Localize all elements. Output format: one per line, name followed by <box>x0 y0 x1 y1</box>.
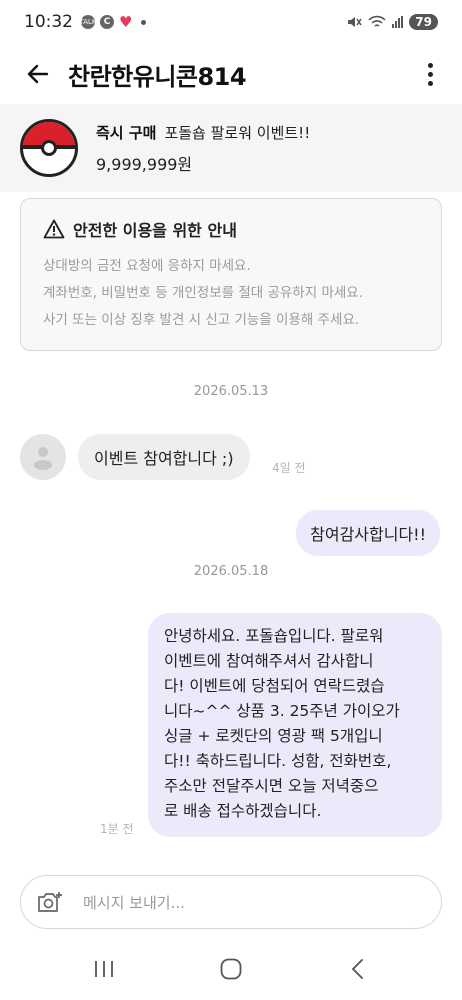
warning-icon <box>43 219 65 239</box>
product-name: 포돌숍 팔로워 이벤트!! <box>164 123 311 142</box>
nav-back-button[interactable] <box>333 949 383 989</box>
battery-icon: 79 <box>409 14 438 30</box>
avatar[interactable] <box>20 434 66 480</box>
message-line: 니다~^^ 상품 3. 25주년 가이오가 <box>164 702 400 720</box>
talk-icon: TALK <box>80 15 97 29</box>
dot-icon <box>141 19 147 25</box>
mute-icon <box>348 17 362 27</box>
safety-line: 상대방의 금전 요청에 응하지 마세요. <box>43 258 251 274</box>
message-line: 다! 이벤트에 당첨되어 연락드렸습 <box>164 677 385 695</box>
outgoing-message: 참여감사합니다!! <box>296 510 440 556</box>
message-input-bar: 메시지 보내기... <box>20 875 442 929</box>
home-button[interactable] <box>206 949 256 989</box>
chat-partner-name: 찬란한유니콘814 <box>68 62 247 91</box>
more-options-button[interactable] <box>416 56 444 92</box>
date-separator: 2026.05.13 <box>193 384 269 399</box>
arrow-left-icon <box>27 64 49 84</box>
safety-notice: 안전한 이용을 위한 안내 상대방의 금전 요청에 응하지 마세요. 계좌번호,… <box>20 198 442 351</box>
message-line: 로 배송 접수하겠습니다. <box>164 802 322 820</box>
outgoing-message: 안녕하세요. 포돌숍입니다. 팔로워 이벤트에 참여해주셔서 감사합니 다! 이… <box>148 613 442 837</box>
signal-icon <box>392 16 404 28</box>
safety-line: 사기 또는 이상 징후 발견 시 신고 기능을 이용해 주세요. <box>43 312 360 328</box>
date-separator: 2026.05.18 <box>193 564 269 579</box>
recent-apps-button[interactable] <box>79 949 129 989</box>
more-vertical-icon <box>427 62 433 68</box>
pokeball-icon <box>20 119 78 177</box>
message-line: 안녕하세요. 포돌숍입니다. 팔로워 <box>164 627 384 645</box>
message-time: 1분 전 <box>100 822 134 836</box>
status-time: 10:32 <box>24 12 73 32</box>
status-bar: 10:32 TALK C ♥ 79 <box>0 0 462 44</box>
safety-line: 계좌번호, 비밀번호 등 개인정보를 절대 공유하지 마세요. <box>43 285 363 301</box>
camera-button[interactable] <box>33 885 67 919</box>
back-button[interactable] <box>20 56 56 92</box>
product-price: 9,999,999원 <box>96 154 193 174</box>
message-line: 이벤트에 참여해주셔서 감사합니 <box>164 652 374 670</box>
incoming-message: 이벤트 참여합니다 ;) <box>78 434 250 480</box>
wifi-icon <box>368 15 386 27</box>
c-icon: C <box>100 15 114 29</box>
message-line: 주소만 전달주시면 오늘 저녁중으 <box>164 777 379 795</box>
safety-title: 안전한 이용을 위한 안내 <box>73 221 237 240</box>
heart-icon: ♥ <box>119 13 133 31</box>
product-bar[interactable]: 즉시 구매 포돌숍 팔로워 이벤트!! 9,999,999원 <box>0 104 462 192</box>
recent-apps-icon <box>94 961 113 977</box>
app-bar: 찬란한유니콘814 <box>0 44 462 104</box>
message-line: 싱글 + 로켓단의 영광 팩 5개입니 <box>164 727 383 745</box>
system-icons: 79 <box>346 14 438 30</box>
home-icon <box>220 958 242 980</box>
user-icon <box>34 447 52 470</box>
camera-plus-icon <box>38 892 62 912</box>
message-time: 4일 전 <box>272 461 306 475</box>
notification-icons: TALK C ♥ <box>80 13 147 31</box>
message-input[interactable]: 메시지 보내기... <box>83 892 185 913</box>
purchase-type-badge: 즉시 구매 <box>96 123 157 142</box>
system-nav-bar <box>0 938 462 1000</box>
product-info: 즉시 구매 포돌숍 팔로워 이벤트!! 9,999,999원 <box>96 122 310 175</box>
back-icon <box>352 959 364 979</box>
message-line: 다!! 축하드립니다. 성함, 전화번호, <box>164 752 392 770</box>
